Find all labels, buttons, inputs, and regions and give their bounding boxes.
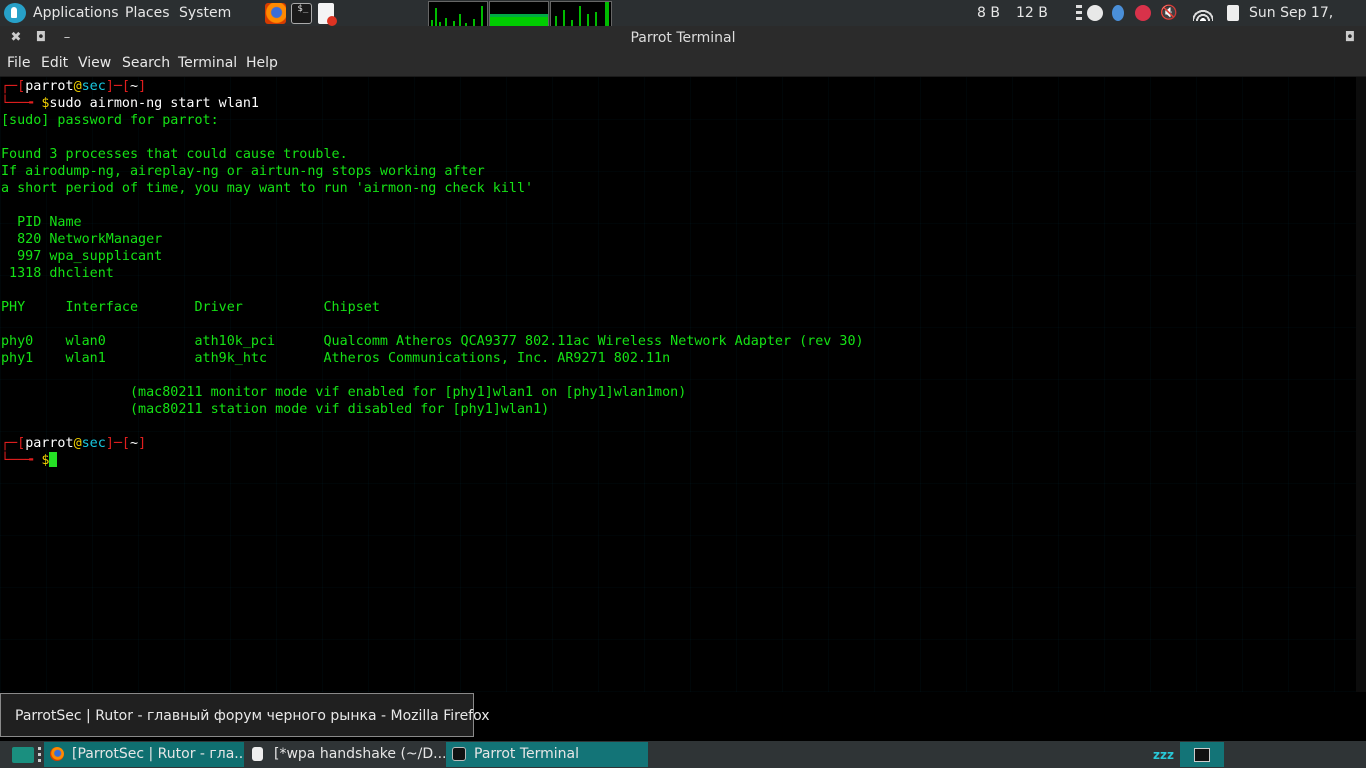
prompt-line-2: ┌─[parrot@sec]─[~] [1,435,146,452]
net-upload-rate: 12 B [1016,5,1048,21]
output-line: (mac80211 station mode vif disabled for … [1,402,550,417]
workspace-window-icon [1194,748,1210,762]
prompt-at: @ [73,436,82,451]
menu-bar: File Edit View Search Terminal Help [0,50,1366,77]
window-title-bar[interactable]: ✖ ◘ – Parrot Terminal ◘ [0,26,1366,50]
restore-icon[interactable]: ◘ [1340,28,1360,48]
output-line: Found 3 processes that could cause troub… [1,147,348,162]
output-line: phy1 wlan1 ath9k_htc Atheros Communicati… [1,351,671,366]
prompt-dir: ~ [130,79,139,94]
prompt-sep: ]─[ [105,79,130,94]
output-line: [sudo] password for parrot: [1,113,219,128]
output-line: (mac80211 monitor mode vif enabled for [… [1,385,687,400]
lock-icon[interactable] [1135,5,1151,21]
battery-icon[interactable] [1227,5,1239,21]
terminal-output[interactable]: ┌─[parrot@sec]─[~] └──╼ $sudo airmon-ng … [0,77,1356,692]
menu-help[interactable]: Help [246,50,278,76]
terminal-icon [452,747,466,761]
output-line: 820 NetworkManager [1,232,163,247]
prompt-sep: ]─[ [105,436,130,451]
window-title: Parrot Terminal [630,30,736,46]
output-line: a short period of time, you may want to … [1,181,534,196]
terminal-scrollbar[interactable] [1356,77,1366,692]
task-terminal[interactable]: Parrot Terminal [446,742,648,767]
firefox-launcher-icon[interactable] [265,3,286,24]
sleep-indicator-icon[interactable]: zzz [1153,743,1174,767]
window-tooltip: ParrotSec | Rutor - главный форум черног… [0,693,490,737]
panel-menu-icon[interactable] [1076,5,1082,21]
text-cursor [49,452,58,467]
task-label: [*wpa handshake (~/D... [274,746,446,762]
firefox-icon [50,747,64,761]
menu-view[interactable]: View [78,50,111,76]
memory-graph-icon [489,1,549,27]
output-line: PHY Interface Driver Chipset [1,300,380,315]
places-menu[interactable]: Places [125,0,170,26]
network-graph-icon [550,1,612,27]
task-text-editor[interactable]: [*wpa handshake (~/D... [246,742,446,767]
prompt-end: ] [138,436,147,451]
menu-search[interactable]: Search [122,50,170,76]
prompt-dollar: $ [41,453,50,468]
net-download-rate: 8 B [977,5,1000,21]
prompt-user: parrot [25,79,74,94]
top-panel: Applications Places System $_ 8 B 12 B 🔇… [0,0,1366,47]
task-label: [ParrotSec | Rutor - гла... [72,746,244,762]
taskbar-handle-icon[interactable] [38,747,41,763]
wifi-icon[interactable] [1193,5,1213,21]
menu-edit[interactable]: Edit [41,50,68,76]
command-text: sudo airmon-ng start wlan1 [49,96,259,111]
parrot-logo-icon[interactable] [4,3,26,23]
prompt-bar: ┌─[ [1,79,26,94]
output-line: phy0 wlan0 ath10k_pci Qualcomm Atheros Q… [1,334,864,349]
applications-menu[interactable]: Applications [33,0,119,26]
menu-terminal[interactable]: Terminal [178,50,237,76]
output-line: 997 wpa_supplicant [1,249,163,264]
prompt-line-1: ┌─[parrot@sec]─[~] [1,78,146,95]
output-line: If airodump-ng, aireplay-ng or airtun-ng… [1,164,485,179]
text-editor-launcher-icon[interactable] [318,3,337,26]
prompt-at: @ [73,79,82,94]
prompt-bar: ┌─[ [1,436,26,451]
workspace-switcher[interactable] [1180,742,1224,767]
terminal-launcher-icon[interactable]: $_ [291,3,312,24]
chat-icon[interactable] [1087,5,1103,21]
system-menu[interactable]: System [179,0,231,26]
prompt-arrow: └──╼ [1,96,42,111]
output-line: PID Name [1,215,82,230]
prompt-dir: ~ [130,436,139,451]
command-line-2: └──╼ $ [1,452,58,469]
show-desktop-icon[interactable] [12,747,34,763]
menu-file[interactable]: File [7,50,30,76]
prompt-end: ] [138,79,147,94]
clock[interactable]: Sun Sep 17, 08:06 [1249,0,1366,47]
command-line-1: └──╼ $sudo airmon-ng start wlan1 [1,95,259,112]
prompt-host: sec [81,436,106,451]
prompt-arrow: └──╼ [1,453,42,468]
task-label: Parrot Terminal [474,746,580,762]
bottom-taskbar: [ParrotSec | Rutor - гла... [*wpa handsh… [0,741,1366,768]
prompt-user: parrot [25,436,74,451]
prompt-host: sec [81,79,106,94]
text-editor-icon [252,747,263,761]
volume-muted-icon[interactable]: 🔇 [1160,5,1177,21]
output-line: 1318 dhclient [1,266,114,281]
task-firefox[interactable]: [ParrotSec | Rutor - гла... [44,742,244,767]
cpu-graph-icon [428,1,488,27]
bluetooth-icon[interactable] [1112,5,1124,21]
